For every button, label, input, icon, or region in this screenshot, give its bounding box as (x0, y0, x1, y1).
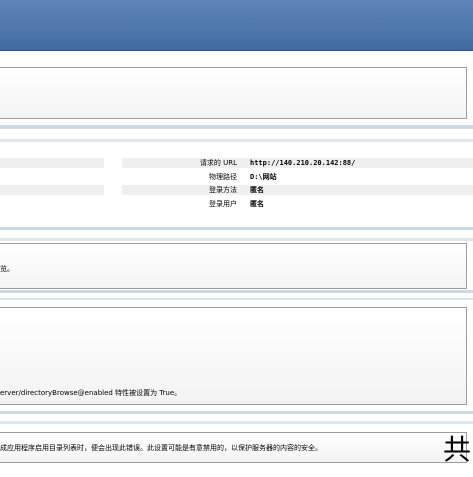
cause-text: 览。 (0, 265, 14, 273)
corner-glyph: 共 (442, 433, 471, 466)
divider-band (0, 227, 473, 230)
divider-band (0, 298, 473, 300)
solution-panel: erver/directoryBrowse@enabled 特性被设置为 Tru… (0, 307, 467, 405)
logon-user-value: 匿名 (250, 200, 264, 208)
request-url-label: 请求的 URL (199, 159, 237, 167)
summary-panel (0, 67, 467, 119)
more-info-text: 成应用程序启用目录列表时，便会出现此错误。此设置可能是有意禁用的，以保护服务器的… (0, 444, 322, 452)
cause-panel: 览。 (0, 243, 467, 289)
details-left-bar (0, 158, 104, 168)
divider-band (0, 421, 473, 424)
logon-method-label: 登录方法 (209, 186, 237, 194)
more-info-panel: 成应用程序启用目录列表时，便会出现此错误。此设置可能是有意禁用的，以保护服务器的… (0, 432, 467, 463)
logon-method-value: 匿名 (250, 186, 264, 194)
physical-path-label: 物理路径 (209, 173, 237, 181)
details-section: 请求的 URL http://140.210.20.142:88/ 物理路径 D… (0, 142, 473, 217)
divider-band (0, 238, 473, 241)
details-left-bar (0, 185, 104, 195)
request-url-value: http://140.210.20.142:88/ (250, 159, 356, 167)
divider-band (0, 125, 473, 129)
config-text: erver/directoryBrowse@enabled 特性被设置为 Tru… (0, 389, 182, 397)
error-header (0, 0, 473, 51)
divider-band (0, 290, 473, 293)
divider-band (0, 411, 473, 414)
logon-user-label: 登录用户 (209, 200, 237, 208)
physical-path-value: D:\网站 (250, 173, 277, 181)
